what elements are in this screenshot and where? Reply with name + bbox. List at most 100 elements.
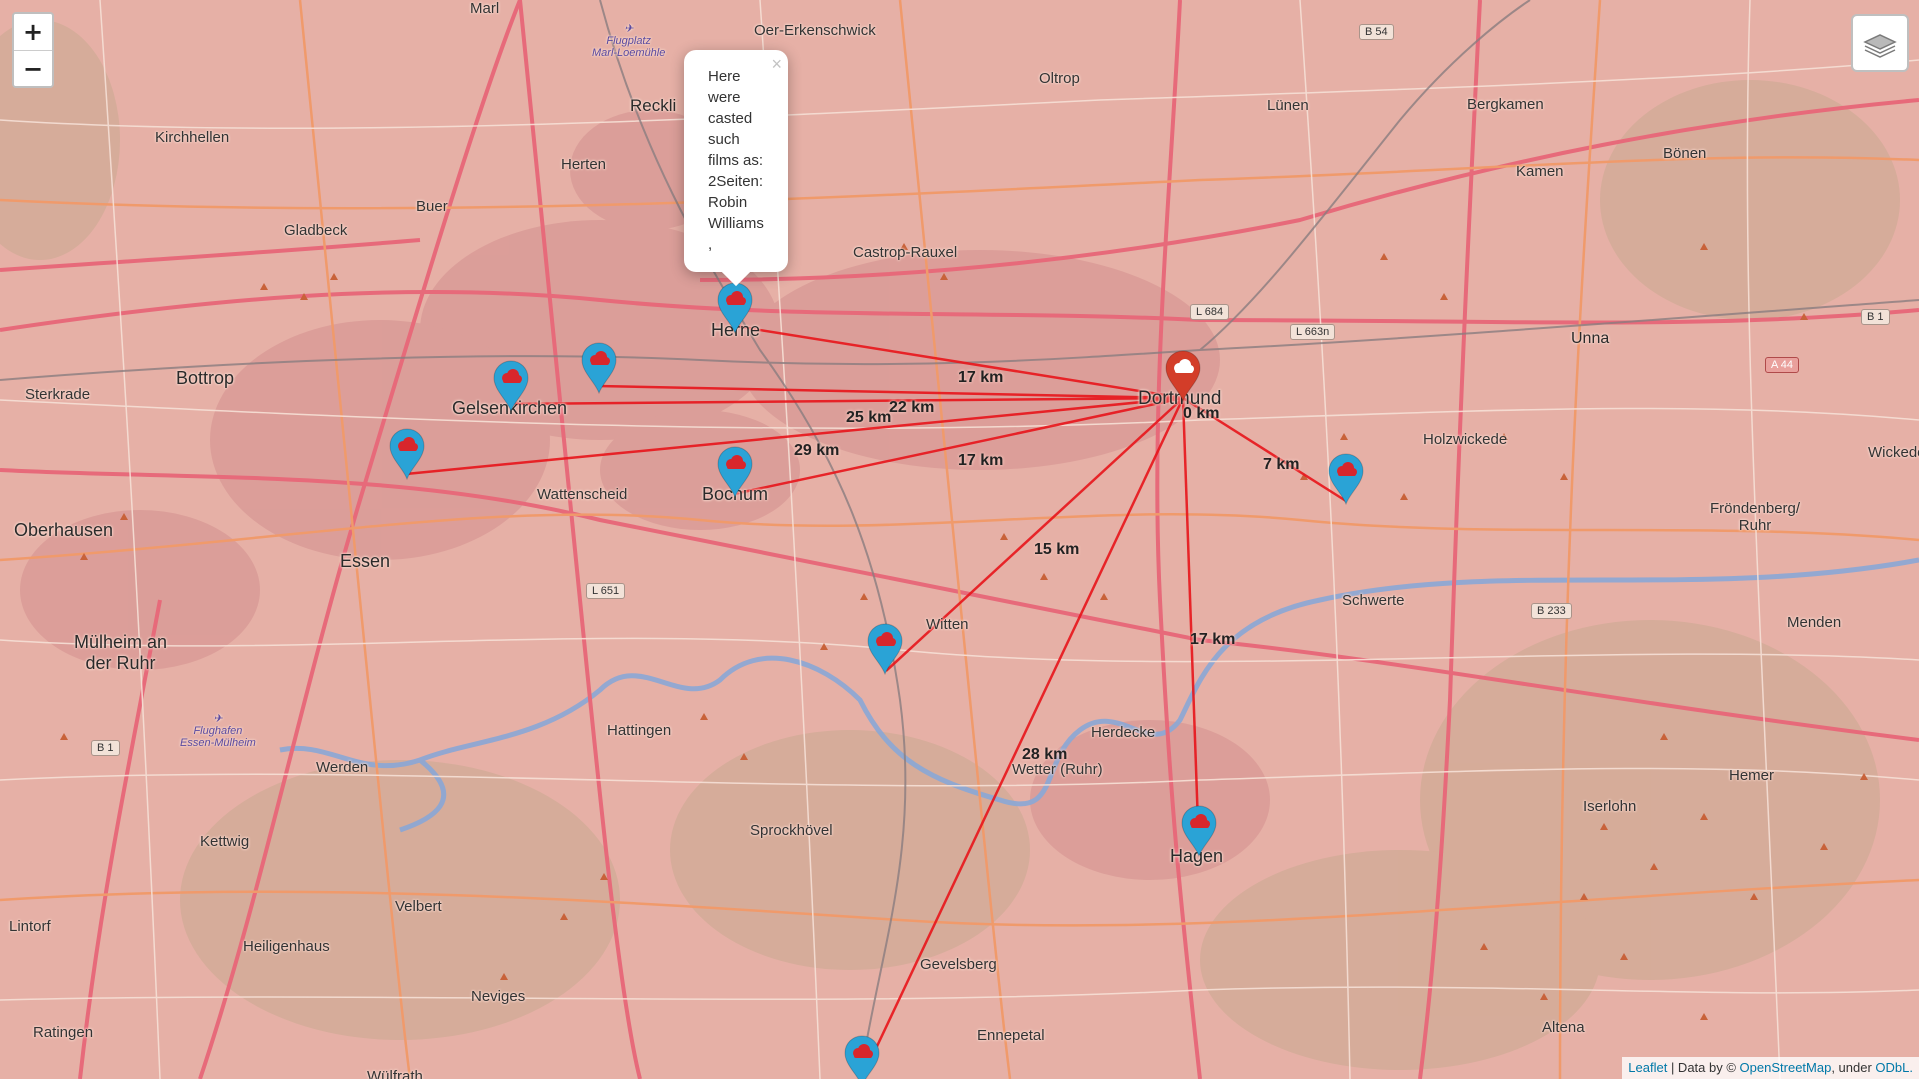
map-marker-blue[interactable] bbox=[580, 342, 618, 394]
place-label: Iserlohn bbox=[1583, 798, 1637, 815]
place-label: Kamen bbox=[1516, 163, 1564, 180]
map-marker-blue[interactable] bbox=[1327, 453, 1365, 505]
route-line-hagen bbox=[1181, 397, 1201, 854]
zoom-in-button[interactable]: + bbox=[14, 14, 52, 50]
route-line-gelsenkirchen-east bbox=[597, 384, 1184, 400]
place-label: Herdecke bbox=[1091, 724, 1156, 741]
place-label: Bergkamen bbox=[1467, 96, 1544, 113]
marker-popup: × Here were casted such films as: 2Seite… bbox=[684, 50, 788, 287]
cloud-marker-icon bbox=[717, 446, 753, 498]
zoom-control: + − bbox=[12, 12, 54, 88]
place-label: Wattenscheid bbox=[537, 486, 628, 503]
place-label: Reckli bbox=[630, 96, 677, 115]
route-line-gelsenkirchen bbox=[509, 396, 1184, 406]
map-marker-blue[interactable] bbox=[716, 282, 754, 334]
popup-line: were bbox=[708, 89, 741, 106]
distance-label: 0 km bbox=[1183, 405, 1220, 422]
cloud-marker-icon bbox=[1165, 350, 1201, 402]
cloud-marker-icon bbox=[1181, 805, 1217, 857]
place-label: Kirchhellen bbox=[155, 129, 230, 146]
road-shield: B 233 bbox=[1531, 603, 1572, 619]
place-label: Werden bbox=[316, 759, 369, 776]
place-label: Lintorf bbox=[9, 918, 51, 935]
map-attribution: Leaflet | Data by © OpenStreetMap, under… bbox=[1622, 1057, 1919, 1079]
place-label: Wickede bbox=[1868, 444, 1919, 461]
popup-line: Robin bbox=[708, 194, 748, 211]
place-label: Ratingen bbox=[33, 1024, 94, 1041]
layers-control-button[interactable] bbox=[1851, 14, 1909, 72]
place-label: Bönen bbox=[1663, 145, 1707, 162]
distance-label: 17 km bbox=[958, 369, 1004, 386]
distance-label: 22 km bbox=[889, 399, 935, 416]
popup-line: Williams bbox=[708, 215, 764, 232]
osm-link[interactable]: OpenStreetMap bbox=[1740, 1060, 1832, 1075]
place-label: Heiligenhaus bbox=[243, 938, 330, 955]
map-marker-red[interactable] bbox=[1164, 350, 1202, 402]
map-marker-blue[interactable] bbox=[843, 1035, 881, 1079]
place-label: Marl bbox=[470, 0, 500, 17]
road-shield: B 54 bbox=[1359, 24, 1394, 40]
place-label: Witten bbox=[926, 616, 969, 633]
distance-label: 29 km bbox=[794, 442, 840, 459]
cloud-marker-icon bbox=[493, 360, 529, 412]
place-label: Gevelsberg bbox=[920, 956, 997, 973]
road-shield: L 663n bbox=[1290, 324, 1336, 340]
leaflet-link[interactable]: Leaflet bbox=[1628, 1060, 1667, 1075]
place-label: Sterkrade bbox=[25, 386, 91, 403]
road-shield: B 1 bbox=[1861, 309, 1890, 325]
route-lines bbox=[405, 324, 1347, 1079]
map-marker-blue[interactable] bbox=[1180, 805, 1218, 857]
place-label: Hemer bbox=[1729, 767, 1775, 784]
attribution-text-2: , under bbox=[1831, 1060, 1876, 1075]
place-label: Schwerte bbox=[1342, 592, 1405, 609]
place-label: Bottrop bbox=[176, 368, 235, 388]
distance-label: 25 km bbox=[846, 409, 892, 426]
place-label: Castrop-Rauxel bbox=[853, 244, 958, 261]
route-line-herne bbox=[734, 324, 1184, 400]
place-label: Mülheim an der Ruhr bbox=[74, 632, 168, 673]
cloud-marker-icon bbox=[1328, 453, 1364, 505]
attribution-text: | Data by © bbox=[1667, 1060, 1740, 1075]
popup-line: films as: bbox=[708, 152, 764, 169]
place-label: Lünen bbox=[1267, 97, 1309, 114]
place-label: Fröndenberg/Ruhr bbox=[1710, 500, 1801, 534]
place-label: Kettwig bbox=[200, 833, 250, 850]
popup-line: , bbox=[708, 236, 713, 253]
place-label: Unna bbox=[1571, 330, 1610, 347]
map-marker-blue[interactable] bbox=[716, 446, 754, 498]
map-marker-blue[interactable] bbox=[866, 623, 904, 675]
distance-label: 15 km bbox=[1034, 541, 1080, 558]
place-label: Holzwickede bbox=[1423, 431, 1508, 448]
airport-label: ✈ Flughafen Essen-Mülheim bbox=[180, 713, 256, 749]
place-label: Herten bbox=[561, 156, 607, 173]
map-canvas[interactable]: Dortmund Essen Bochum Herne Gelsenkirche… bbox=[0, 0, 1919, 1079]
map-marker-blue[interactable] bbox=[492, 360, 530, 412]
cloud-marker-icon bbox=[389, 428, 425, 480]
distance-label: 7 km bbox=[1263, 456, 1300, 473]
place-label: Altena bbox=[1542, 1019, 1585, 1036]
road-shield: A 44 bbox=[1765, 357, 1800, 373]
popup-line: Here bbox=[708, 68, 741, 85]
place-label: Velbert bbox=[395, 898, 442, 915]
place-label: Neviges bbox=[471, 988, 526, 1005]
place-label: Sprockhövel bbox=[750, 822, 833, 839]
cloud-marker-icon bbox=[717, 282, 753, 334]
distance-label: 17 km bbox=[958, 452, 1004, 469]
odbl-link[interactable]: ODbL. bbox=[1875, 1060, 1913, 1075]
layers-icon bbox=[1863, 34, 1897, 58]
popup-line: such bbox=[708, 131, 740, 148]
road-shield: L 651 bbox=[586, 583, 626, 599]
popup-line: 2Seiten: bbox=[708, 173, 764, 190]
place-label: Buer bbox=[416, 198, 448, 215]
place-label: Oberhausen bbox=[14, 520, 114, 540]
airport-label: ✈ Flugplatz Marl-Loemühle bbox=[592, 23, 666, 59]
cloud-marker-icon bbox=[867, 623, 903, 675]
zoom-out-button[interactable]: − bbox=[14, 50, 52, 86]
distance-label: 17 km bbox=[1190, 631, 1236, 648]
cloud-marker-icon bbox=[581, 342, 617, 394]
map-marker-blue[interactable] bbox=[388, 428, 426, 480]
place-label: Oer-Erkenschwick bbox=[754, 22, 876, 39]
place-label: Oltrop bbox=[1039, 70, 1080, 87]
popup-line: casted bbox=[708, 110, 753, 127]
popup-close-button[interactable]: × bbox=[771, 54, 782, 75]
